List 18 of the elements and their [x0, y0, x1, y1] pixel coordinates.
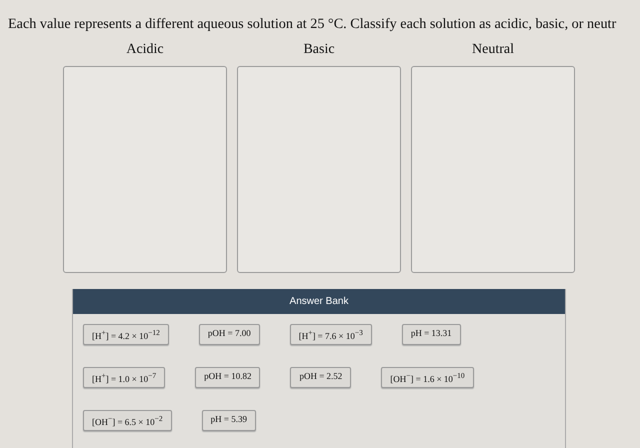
- answer-tile[interactable]: pH = 13.31: [402, 324, 461, 345]
- answer-tile[interactable]: pOH = 10.82: [195, 367, 260, 388]
- answer-tile[interactable]: pH = 5.39: [202, 410, 256, 431]
- answer-tile[interactable]: [H$^{+}$] = 4.2 × 10$^{−12}$: [83, 324, 169, 345]
- drop-zone[interactable]: [63, 66, 227, 273]
- instruction-text: Each value represents a different aqueous solution at 25 °C. Classify each solution as acidic, basic, or neutr: [7, 15, 618, 34]
- category-label: Acidic: [126, 42, 164, 59]
- answer-tile[interactable]: [H$^{+}$] = 7.6 × 10$^{−3}$: [290, 324, 372, 345]
- drop-zone[interactable]: [411, 66, 575, 273]
- category-label: Neutral: [472, 42, 514, 59]
- drop-zone[interactable]: [237, 66, 401, 273]
- answer-tile[interactable]: pOH = 2.52: [290, 367, 352, 388]
- answer-bank-header: Answer Bank: [73, 289, 565, 314]
- answer-tile[interactable]: [OH$^{−}$] = 6.5 × 10$^{−2}$: [83, 410, 172, 431]
- answer-tile[interactable]: [H$^{+}$] = 1.0 × 10$^{−7}$: [83, 367, 166, 388]
- answer-tile[interactable]: [OH$^{−}$] = 1.6 × 10$^{−10}$: [381, 367, 474, 388]
- answer-tile[interactable]: pOH = 7.00: [198, 324, 260, 345]
- category-label: Basic: [303, 42, 335, 59]
